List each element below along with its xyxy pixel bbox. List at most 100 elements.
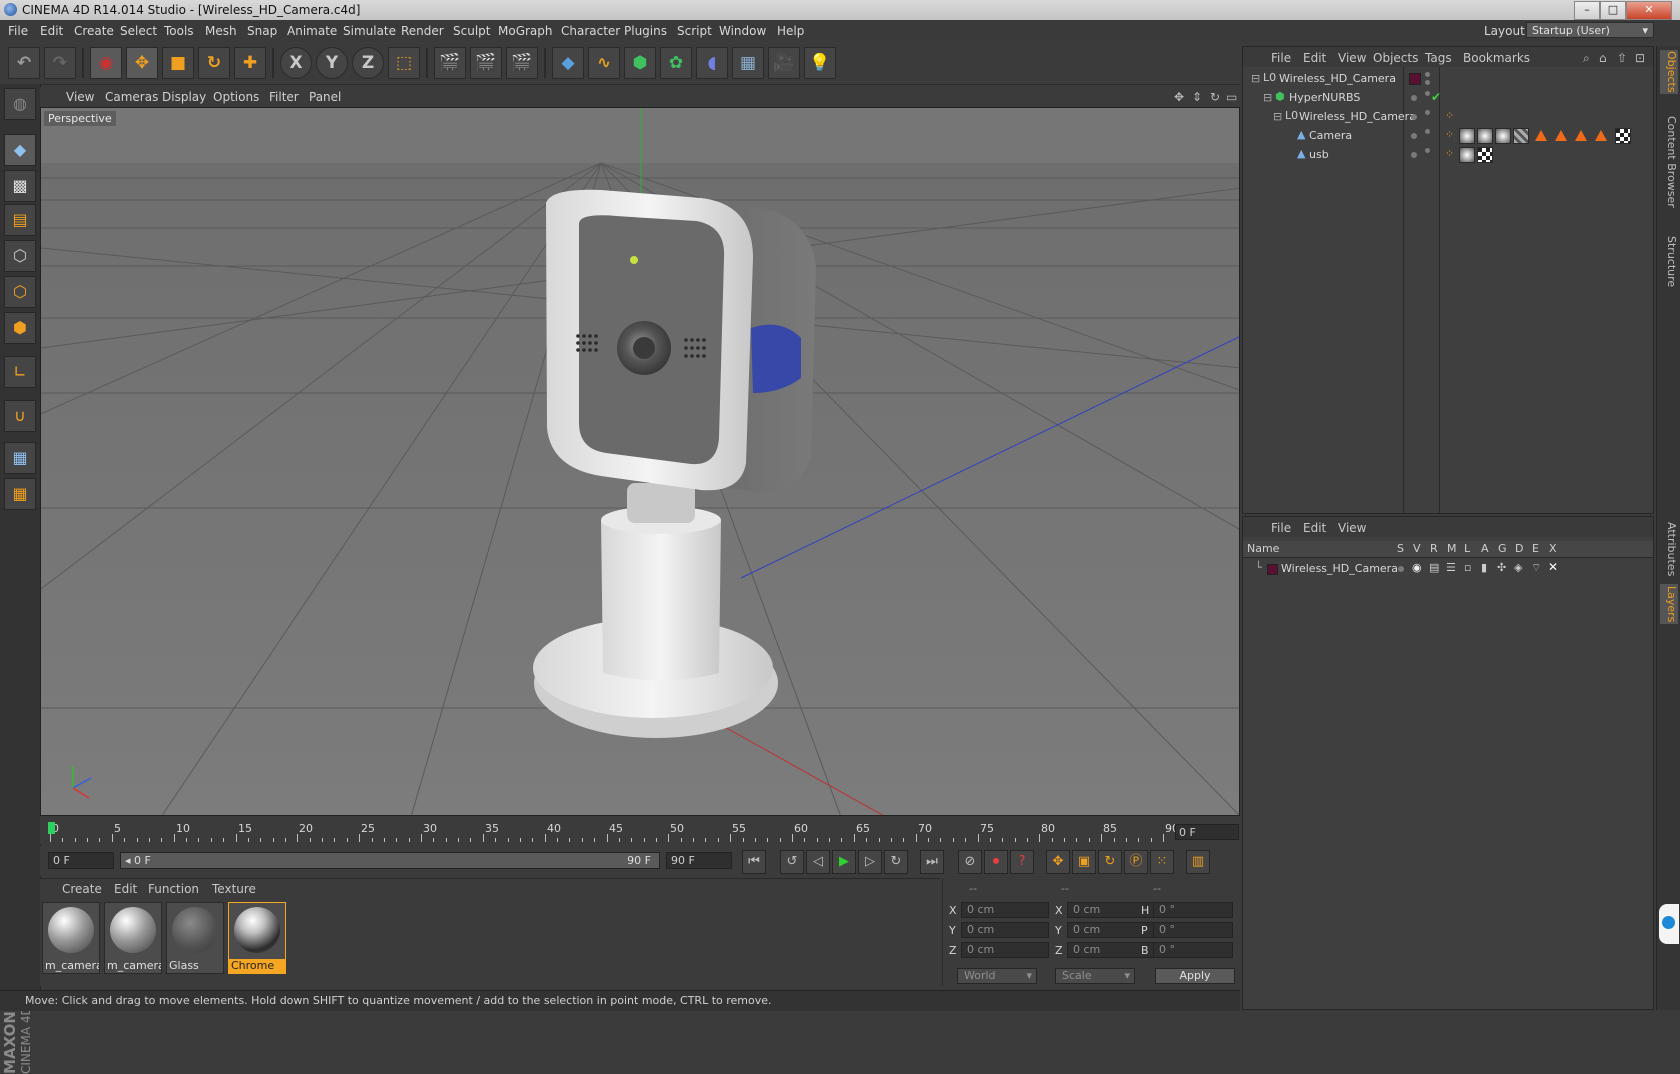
texture-tag-icon[interactable]: [1513, 128, 1529, 144]
viewport-menu-options[interactable]: Options: [213, 90, 259, 104]
menu-tools[interactable]: Tools: [164, 24, 194, 38]
visibility-dot[interactable]: [1411, 152, 1417, 158]
timeline-window-button[interactable]: ▥: [1186, 850, 1210, 874]
selection-tag-icon[interactable]: [1595, 130, 1607, 141]
pos-y-field[interactable]: 0 cm: [961, 922, 1049, 938]
tree-collapse-icon[interactable]: ⊟: [1263, 91, 1272, 104]
menu-create[interactable]: Create: [74, 24, 114, 38]
render-clapper-icon[interactable]: ▤: [1429, 561, 1439, 574]
eye-icon[interactable]: ◉: [1412, 561, 1422, 574]
solo-toggle-icon[interactable]: [1398, 566, 1404, 572]
layer-color-swatch[interactable]: [1267, 564, 1278, 575]
rot-b-field[interactable]: 0 °: [1153, 942, 1233, 958]
column-manager[interactable]: M: [1447, 542, 1457, 555]
phong-tag-icon[interactable]: ⁘: [1445, 147, 1454, 160]
viewport-zoom-icon[interactable]: ⇕: [1192, 90, 1202, 104]
material-swatch[interactable]: Glass: [166, 902, 224, 974]
viewport-menu-view[interactable]: View: [66, 90, 94, 104]
menu-mesh[interactable]: Mesh: [205, 24, 237, 38]
apply-button[interactable]: Apply: [1155, 968, 1235, 984]
axis-mode-button[interactable]: ∟: [4, 356, 36, 388]
menu-plugins[interactable]: Plugins: [624, 24, 667, 38]
search-icon[interactable]: ⌕: [1583, 51, 1590, 66]
x-axis-lock-button[interactable]: X: [280, 47, 312, 79]
go-to-end-button[interactable]: ⏭: [920, 850, 944, 874]
recent-tool-button[interactable]: ✚: [234, 47, 266, 79]
redo-button[interactable]: ↷: [44, 47, 76, 79]
menu-character[interactable]: Character: [561, 24, 620, 38]
autokeying-button[interactable]: ⏺: [984, 850, 1008, 874]
tab-layers[interactable]: Layers: [1660, 584, 1678, 624]
layout-dropdown[interactable]: Startup (User) ▾: [1526, 22, 1654, 38]
visibility-dot[interactable]: [1411, 133, 1417, 139]
live-selection-button[interactable]: ◉: [90, 47, 122, 79]
pos-z-field[interactable]: 0 cm: [961, 942, 1049, 958]
close-button[interactable]: ✕: [1626, 1, 1672, 20]
start-frame-field[interactable]: 0 F: [48, 852, 114, 869]
previous-keyframe-button[interactable]: ↺: [780, 850, 804, 874]
layer-row[interactable]: └ Wireless_HD_Camera ◉ ▤ ☰ ▫ ▮ ✣ ◈ ⌔ ✕: [1243, 559, 1653, 579]
selection-tag-icon[interactable]: [1555, 130, 1567, 141]
column-render[interactable]: R: [1430, 542, 1438, 555]
minimize-button[interactable]: –: [1574, 1, 1600, 20]
menu-window[interactable]: Window: [719, 24, 766, 38]
layers-menu-edit[interactable]: Edit: [1303, 521, 1326, 535]
material-tag-icon[interactable]: [1495, 128, 1511, 144]
size-mode-dropdown[interactable]: Scale ▾: [1055, 968, 1135, 984]
add-deformer-button[interactable]: ◖: [696, 47, 728, 79]
objects-menu-bookmarks[interactable]: Bookmarks: [1463, 51, 1530, 65]
viewport-menu-cameras[interactable]: Cameras: [105, 90, 158, 104]
menu-render[interactable]: Render: [401, 24, 444, 38]
tab-attributes[interactable]: Attributes: [1660, 520, 1678, 578]
undo-button[interactable]: ↶: [8, 47, 40, 79]
editor-visibility-dot[interactable]: [1425, 129, 1430, 134]
selection-tag-icon[interactable]: [1575, 130, 1587, 141]
menu-edit[interactable]: Edit: [40, 24, 63, 38]
key-scale-button[interactable]: ▣: [1072, 850, 1096, 874]
material-menu-create[interactable]: Create: [62, 882, 102, 896]
objects-menu-edit[interactable]: Edit: [1303, 51, 1326, 65]
menu-sculpt[interactable]: Sculpt: [453, 24, 490, 38]
render-picture-viewer-button[interactable]: 🎬: [470, 47, 502, 79]
column-locked[interactable]: L: [1464, 542, 1470, 555]
maximize-button[interactable]: □: [1600, 1, 1626, 20]
generator-icon[interactable]: ✣: [1497, 561, 1506, 574]
editor-visibility-dot[interactable]: [1425, 91, 1430, 96]
layer-color-swatch[interactable]: [1409, 73, 1421, 85]
workplane-align-button[interactable]: ▦: [4, 478, 36, 510]
play-forward-button[interactable]: ▶: [832, 850, 856, 874]
editor-visibility-dot[interactable]: [1425, 148, 1430, 153]
menu-file[interactable]: File: [8, 24, 28, 38]
points-mode-button[interactable]: ⬡: [4, 240, 36, 272]
make-editable-button[interactable]: ◍: [4, 88, 36, 120]
coordinate-system-button[interactable]: ⬚: [388, 47, 420, 79]
viewport-menu-display[interactable]: Display: [162, 90, 206, 104]
chat-widget-icon[interactable]: [1659, 904, 1679, 944]
end-frame-field[interactable]: 90 F: [666, 852, 732, 869]
render-view-button[interactable]: 🎬: [434, 47, 466, 79]
add-cube-button[interactable]: ◆: [552, 47, 584, 79]
add-spline-button[interactable]: ∿: [588, 47, 620, 79]
menu-mograph[interactable]: MoGraph: [498, 24, 553, 38]
visibility-dot[interactable]: [1411, 114, 1417, 120]
add-light-button[interactable]: 💡: [804, 47, 836, 79]
deformer-icon[interactable]: ◈: [1514, 561, 1522, 574]
uvw-tag-icon[interactable]: [1615, 128, 1631, 144]
objects-menu-objects[interactable]: Objects: [1373, 51, 1418, 65]
next-frame-button[interactable]: ▷: [858, 850, 882, 874]
model-mode-button[interactable]: ◆: [4, 134, 36, 166]
column-view[interactable]: V: [1413, 542, 1421, 555]
column-expressions[interactable]: E: [1532, 542, 1539, 555]
material-menu-edit[interactable]: Edit: [114, 882, 137, 896]
current-frame-field[interactable]: 0 F: [1175, 824, 1239, 840]
home-icon[interactable]: ⌂: [1599, 51, 1607, 65]
previous-frame-button[interactable]: ◁: [806, 850, 830, 874]
column-deformers[interactable]: D: [1515, 542, 1523, 555]
material-swatch[interactable]: m_camera_: [104, 902, 162, 974]
key-position-button[interactable]: ✥: [1046, 850, 1070, 874]
tree-collapse-icon[interactable]: ⊟: [1273, 110, 1282, 123]
material-menu-texture[interactable]: Texture: [212, 882, 256, 896]
material-tag-icon[interactable]: [1459, 128, 1475, 144]
viewport-maximize-icon[interactable]: ▭: [1226, 90, 1237, 104]
material-swatch[interactable]: m_camera_: [42, 902, 100, 974]
